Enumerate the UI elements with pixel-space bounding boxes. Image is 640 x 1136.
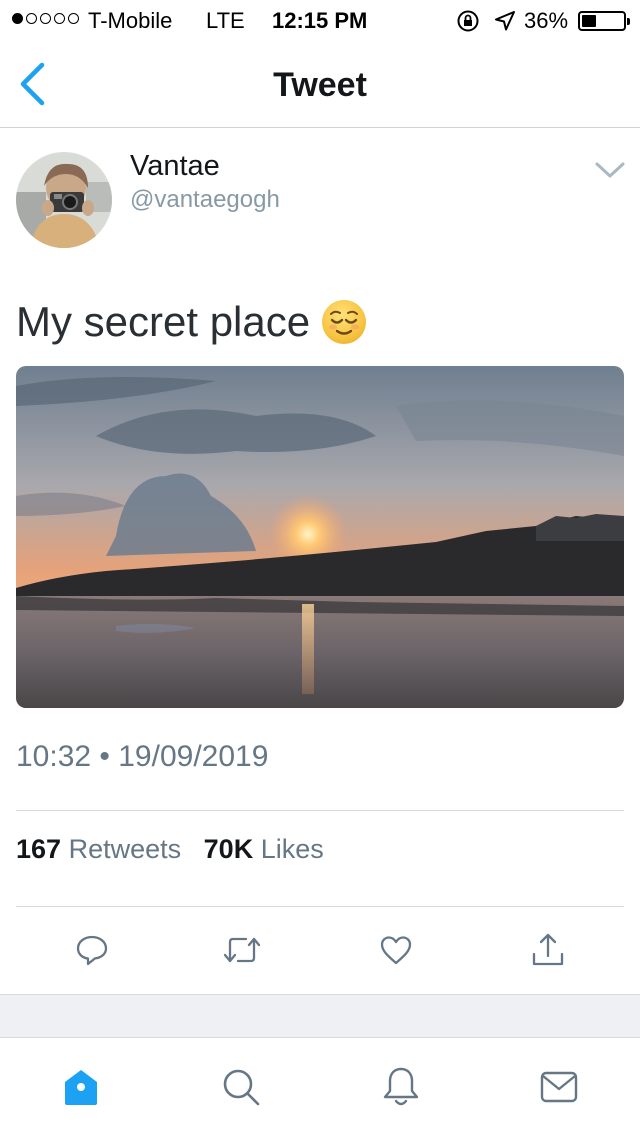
retweets-count: 167 (16, 834, 62, 864)
like-icon[interactable] (374, 930, 418, 970)
avatar[interactable] (16, 152, 112, 248)
messages-icon[interactable] (534, 1062, 584, 1112)
section-separator (0, 994, 640, 1038)
tweet-text-content: My secret place (16, 298, 311, 345)
status-bar: T-Mobile LTE 12:15 PM 36% (0, 0, 640, 40)
retweets-stat[interactable]: 167 Retweets (16, 834, 181, 864)
likes-stat[interactable]: 70K Likes (204, 834, 324, 864)
tweet-actions (0, 930, 640, 970)
signal-strength-icon (12, 13, 79, 24)
retweet-icon[interactable] (220, 930, 264, 970)
display-name[interactable]: Vantae (130, 150, 220, 183)
retweets-label: Retweets (68, 834, 182, 864)
relieved-face-emoji (322, 300, 367, 344)
rotation-lock-icon (456, 9, 480, 39)
chevron-down-icon[interactable] (590, 155, 630, 185)
tweet-timestamp: 10:32 • 19/09/2019 (16, 740, 269, 773)
tab-bar (0, 1038, 640, 1136)
status-time: 12:15 PM (272, 8, 368, 33)
network-type: LTE (206, 8, 245, 33)
carrier-name: T-Mobile (88, 8, 173, 33)
page-title: Tweet (273, 66, 367, 104)
share-icon[interactable] (526, 930, 570, 970)
navigation-bar: Tweet (0, 40, 640, 128)
location-arrow-icon (494, 10, 516, 38)
likes-label: Likes (260, 834, 324, 864)
user-handle[interactable]: @vantaegogh (130, 186, 280, 214)
tweet-stats: 167 Retweets 70K Likes (16, 834, 324, 865)
likes-count: 70K (203, 834, 254, 864)
notifications-icon[interactable] (376, 1062, 426, 1112)
divider (16, 810, 624, 811)
battery-percent: 36% (524, 8, 569, 33)
tweet-text: My secret place (16, 298, 367, 346)
divider (16, 906, 624, 907)
home-icon[interactable] (56, 1062, 106, 1112)
search-icon[interactable] (216, 1062, 266, 1112)
reply-icon[interactable] (70, 930, 114, 970)
battery-icon (578, 11, 630, 31)
tweet-photo[interactable] (16, 366, 624, 708)
